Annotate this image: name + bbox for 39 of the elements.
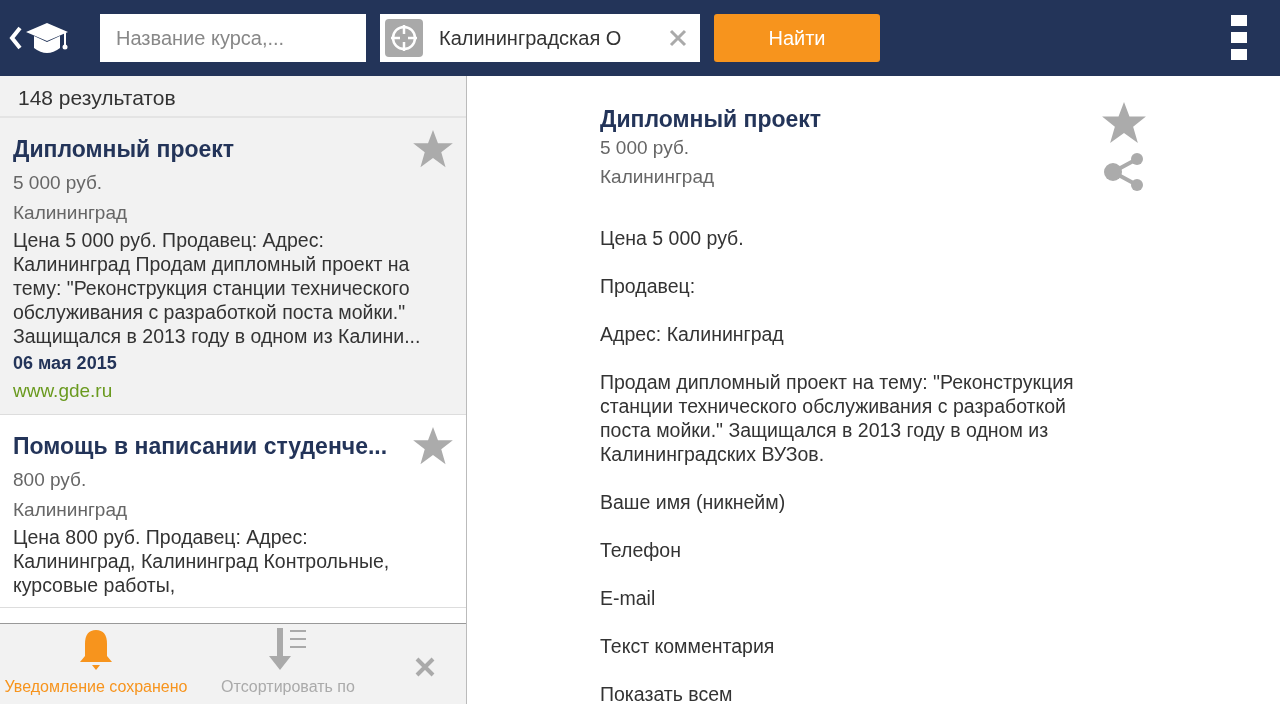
result-price: 800 руб. xyxy=(13,468,88,492)
close-icon xyxy=(414,656,436,678)
results-count: 148 результатов xyxy=(0,76,466,118)
star-icon[interactable] xyxy=(413,130,453,168)
detail-city: Калининград xyxy=(600,165,716,189)
bell-icon xyxy=(77,628,115,672)
result-price: 5 000 руб. xyxy=(13,171,104,195)
detail-paragraph: Цена 5 000 руб. xyxy=(600,226,745,250)
detail-paragraph: Показать всем xyxy=(600,682,734,704)
bell-button[interactable]: Уведомление сохранено xyxy=(0,628,192,704)
star-icon[interactable] xyxy=(413,427,453,465)
detail-price: 5 000 руб. xyxy=(600,136,691,160)
result-date: 06 мая 2015 xyxy=(13,352,118,375)
detail-paragraph: Текст комментария xyxy=(600,634,776,658)
detail-paragraph: Продавец: xyxy=(600,274,697,298)
sort-button[interactable]: Отсортировать по xyxy=(192,628,384,704)
result-description: Цена 5 000 руб. Продавец: Адрес: Калининград Продам дипломный проект на тему: "Реконструкция станции технического обслуживания с разработкой поста мойки." Защищался в 2013 году в одном из Калини... xyxy=(13,228,422,348)
result-card[interactable] xyxy=(0,118,466,415)
result-title: Дипломный проект xyxy=(13,136,235,163)
search-field[interactable]: Название курса,... xyxy=(100,14,366,62)
location-field[interactable]: Калининградская О xyxy=(380,14,700,62)
result-source-link[interactable]: www.gde.ru xyxy=(13,378,453,404)
detail-paragraph: E-mail xyxy=(600,586,657,610)
detail-title: Дипломный проект xyxy=(600,106,822,133)
crosshair-icon xyxy=(385,19,423,57)
result-title: Помощь в написании студенче... xyxy=(13,433,388,460)
clear-icon[interactable] xyxy=(668,28,688,48)
detail-paragraph: Адрес: Калининград xyxy=(600,322,785,346)
menu-icon[interactable] xyxy=(1231,15,1247,61)
star-icon[interactable] xyxy=(1102,102,1146,144)
detail-paragraph: Ваше имя (никнейм) xyxy=(600,490,787,514)
result-city: Калининград xyxy=(13,498,129,522)
detail-paragraph: Продам дипломный проект на тему: "Реконструкция станции технического обслуживания с разработкой поста мойки." Защищался в 2013 году в одном из Калининградских ВУЗов. xyxy=(600,370,1075,466)
sort-icon xyxy=(268,628,308,672)
search-button[interactable]: Найти xyxy=(714,14,880,62)
result-description: Цена 800 руб. Продавец: Адрес: Калининград, Калининград Контрольные, курсовые работы, xyxy=(13,525,391,597)
result-city: Калининград xyxy=(13,201,129,225)
share-icon[interactable] xyxy=(1103,152,1145,192)
detail-paragraph: Телефон xyxy=(600,538,682,562)
